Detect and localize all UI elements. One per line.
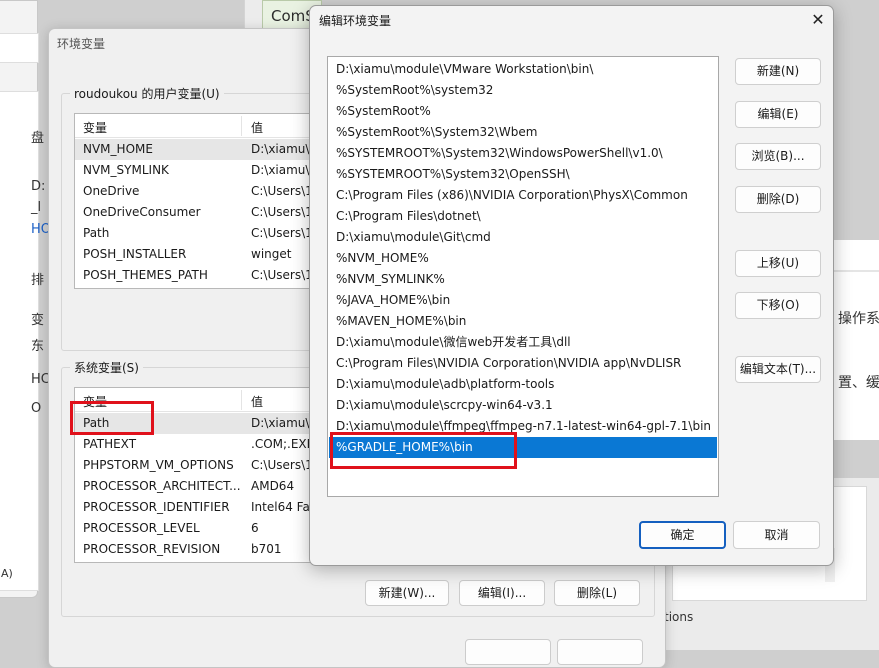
- variable-name: POSH_THEMES_PATH: [83, 268, 208, 282]
- variable-value: b701: [251, 542, 282, 556]
- list-item[interactable]: %MAVEN_HOME%\bin: [329, 311, 717, 332]
- delete-button[interactable]: 删除(D): [735, 186, 821, 213]
- list-item[interactable]: %SYSTEMROOT%\System32\OpenSSH\: [329, 164, 717, 185]
- variable-name: PATHEXT: [83, 437, 137, 451]
- edit-environment-variable-dialog: 编辑环境变量 ✕ D:\xiamu\module\VMware Workstat…: [309, 5, 834, 566]
- background-divider: [834, 270, 879, 272]
- browse-button[interactable]: 浏览(B)...: [735, 143, 821, 170]
- column-value[interactable]: 值: [251, 393, 263, 410]
- list-item[interactable]: %NVM_SYMLINK%: [329, 269, 717, 290]
- variable-value: winget: [251, 247, 292, 261]
- list-item[interactable]: D:\xiamu\module\微信web开发者工具\dll: [329, 332, 717, 353]
- edit-text-button[interactable]: 编辑文本(T)...: [735, 356, 821, 383]
- system-edit-button[interactable]: 编辑(I)...: [459, 580, 545, 606]
- background-left-text: 盘: [31, 131, 45, 146]
- column-variable[interactable]: 变量: [83, 119, 107, 136]
- variable-value: C:\Users\1: [251, 184, 313, 198]
- variable-value: 6: [251, 521, 259, 535]
- background-left-text: A): [1, 567, 13, 580]
- variable-value: .COM;.EXE: [251, 437, 315, 451]
- list-item[interactable]: %SystemRoot%\system32: [329, 80, 717, 101]
- variable-name: Path: [83, 416, 110, 430]
- variable-name: OneDrive: [83, 184, 140, 198]
- close-icon[interactable]: ✕: [806, 8, 830, 32]
- background-left-panel: [0, 33, 39, 63]
- variable-value: C:\Users\1: [251, 205, 313, 219]
- list-item[interactable]: D:\xiamu\module\scrcpy-win64-v3.1: [329, 395, 717, 416]
- variable-value: Intel64 Far: [251, 500, 315, 514]
- variable-name: PHPSTORM_VM_OPTIONS: [83, 458, 234, 472]
- background-right-text: tions: [664, 610, 694, 624]
- list-item[interactable]: %NVM_HOME%: [329, 248, 717, 269]
- background-left-text: _l: [31, 200, 42, 215]
- variable-name: OneDriveConsumer: [83, 205, 201, 219]
- move-up-button[interactable]: 上移(U): [735, 250, 821, 277]
- dialog-title: 编辑环境变量: [319, 14, 392, 28]
- variable-name: PROCESSOR_ARCHITECT...: [83, 479, 241, 493]
- background-right-text: 操作系: [838, 311, 879, 327]
- system-new-button[interactable]: 新建(W)...: [365, 580, 449, 606]
- list-item[interactable]: D:\xiamu\module\VMware Workstation\bin\: [329, 59, 717, 80]
- list-item-selected[interactable]: %GRADLE_HOME%\bin: [329, 437, 717, 458]
- variable-name: PROCESSOR_IDENTIFIER: [83, 500, 230, 514]
- env-cancel-button[interactable]: [557, 639, 643, 665]
- list-item[interactable]: C:\Program Files\dotnet\: [329, 206, 717, 227]
- variable-name: NVM_SYMLINK: [83, 163, 169, 177]
- list-item[interactable]: C:\Program Files (x86)\NVIDIA Corporatio…: [329, 185, 717, 206]
- path-list[interactable]: D:\xiamu\module\VMware Workstation\bin\ …: [327, 56, 719, 497]
- variable-value: C:\Users\1: [251, 226, 313, 240]
- column-divider: [241, 390, 242, 410]
- system-delete-button[interactable]: 删除(L): [554, 580, 640, 606]
- variable-value: AMD64: [251, 479, 295, 493]
- list-item[interactable]: %SystemRoot%: [329, 101, 717, 122]
- background-left-text: D:: [31, 179, 46, 194]
- variable-name: PROCESSOR_REVISION: [83, 542, 221, 556]
- list-item[interactable]: %JAVA_HOME%\bin: [329, 290, 717, 311]
- env-ok-button[interactable]: [465, 639, 551, 665]
- background-left-text: 排: [31, 273, 45, 288]
- list-item[interactable]: D:\xiamu\module\adb\platform-tools: [329, 374, 717, 395]
- system-variables-label: 系统变量(S): [70, 359, 143, 376]
- variable-name: POSH_INSTALLER: [83, 247, 187, 261]
- user-variables-label: roudoukou 的用户变量(U): [70, 85, 224, 102]
- list-item[interactable]: %SystemRoot%\System32\Wbem: [329, 122, 717, 143]
- background-left-text: O: [31, 401, 42, 416]
- new-button[interactable]: 新建(N): [735, 58, 821, 85]
- ok-button[interactable]: 确定: [639, 521, 726, 549]
- background-right-panel: 操作系 置、缓: [834, 240, 879, 440]
- background-right-text: 置、缓: [838, 375, 879, 391]
- cancel-button[interactable]: 取消: [733, 521, 820, 549]
- window-title: 环境变量: [57, 37, 106, 51]
- list-item[interactable]: D:\xiamu\module\Git\cmd: [329, 227, 717, 248]
- background-left-text: 东: [31, 339, 45, 354]
- background-left-text: 变: [31, 313, 45, 328]
- variable-name: PROCESSOR_LEVEL: [83, 521, 200, 535]
- edit-button[interactable]: 编辑(E): [735, 101, 821, 128]
- variable-name: NVM_HOME: [83, 142, 153, 156]
- move-down-button[interactable]: 下移(O): [735, 292, 821, 319]
- variable-value: C:\Users\1: [251, 268, 313, 282]
- list-item[interactable]: D:\xiamu\module\ffmpeg\ffmpeg-n7.1-lates…: [329, 416, 717, 437]
- list-item[interactable]: C:\Program Files\NVIDIA Corporation\NVID…: [329, 353, 717, 374]
- variable-value: C:\Users\1: [251, 458, 313, 472]
- column-divider: [241, 116, 242, 136]
- column-variable[interactable]: 变量: [83, 393, 107, 410]
- background-left-window: 盘 D: _l HO 排 变 东 HC O A): [0, 0, 51, 598]
- variable-name: Path: [83, 226, 110, 240]
- column-value[interactable]: 值: [251, 119, 263, 136]
- list-item[interactable]: %SYSTEMROOT%\System32\WindowsPowerShell\…: [329, 143, 717, 164]
